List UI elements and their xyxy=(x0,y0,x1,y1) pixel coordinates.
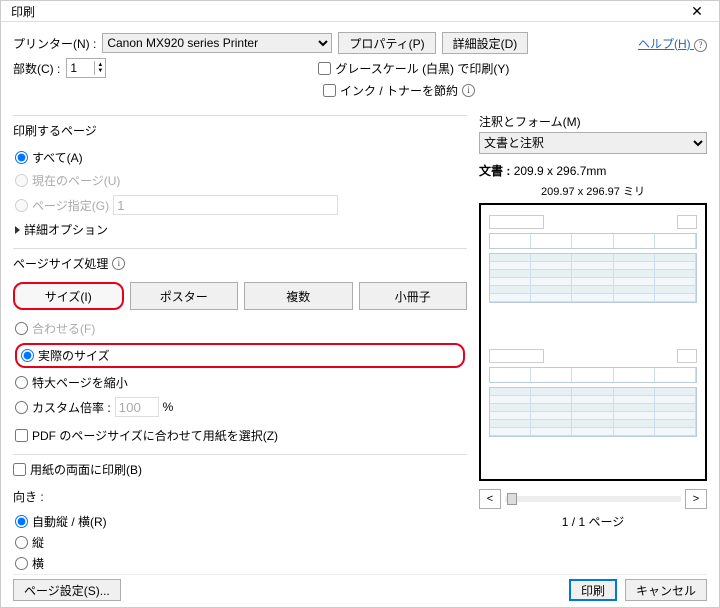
page-counter: 1 / 1 ページ xyxy=(479,513,707,530)
custom-scale-radio[interactable]: カスタム倍率 : % xyxy=(15,397,465,417)
orient-auto-radio[interactable]: 自動縦 / 横(R) xyxy=(15,513,465,530)
fit-radio[interactable]: 合わせる(F) xyxy=(15,320,465,337)
tab-poster[interactable]: ポスター xyxy=(130,282,239,310)
save-toner-checkbox[interactable]: インク / トナーを節約 i xyxy=(323,82,475,99)
close-icon[interactable]: ✕ xyxy=(677,3,717,20)
pages-range-radio: ページ指定(G) xyxy=(15,195,465,215)
both-sides-checkbox[interactable]: 用紙の両面に印刷(B) xyxy=(13,461,467,478)
print-preview xyxy=(479,203,707,481)
more-options-toggle[interactable]: 詳細オプション xyxy=(15,221,465,238)
next-page-button[interactable]: > xyxy=(685,489,707,509)
preview-size-label: 209.97 x 296.97 ミリ xyxy=(479,183,707,199)
grayscale-checkbox[interactable]: グレースケール (白黒) で印刷(Y) xyxy=(318,60,509,77)
page-slider[interactable] xyxy=(505,496,681,502)
info-icon: i xyxy=(112,257,125,270)
sizing-group-label: ページサイズ処理 xyxy=(13,255,108,272)
shrink-radio[interactable]: 特大ページを縮小 xyxy=(15,374,465,391)
window-title: 印刷 xyxy=(11,3,35,20)
tab-multi[interactable]: 複数 xyxy=(244,282,353,310)
orient-landscape-radio[interactable]: 横 xyxy=(15,555,465,572)
pages-all-radio[interactable]: すべて(A) xyxy=(15,149,465,166)
triangle-icon xyxy=(15,226,20,234)
pages-current-radio: 現在のページ(U) xyxy=(15,172,465,189)
orient-portrait-radio[interactable]: 縦 xyxy=(15,534,465,551)
document-label: 文書 : xyxy=(479,164,510,178)
tab-booklet[interactable]: 小冊子 xyxy=(359,282,468,310)
tab-size[interactable]: サイズ(I) xyxy=(13,282,124,310)
pages-range-input xyxy=(113,195,338,215)
custom-scale-input xyxy=(115,397,159,417)
help-link[interactable]: ヘルプ(H) ? xyxy=(638,35,707,52)
copies-spinner[interactable]: 1 ▲▼ xyxy=(66,58,106,78)
info-icon: i xyxy=(462,84,475,97)
properties-button[interactable]: プロパティ(P) xyxy=(338,32,435,54)
orientation-label: 向き : xyxy=(13,488,467,505)
page-setup-button[interactable]: ページ設定(S)... xyxy=(13,579,121,601)
printer-label: プリンター(N) : xyxy=(13,35,96,52)
pages-group-label: 印刷するページ xyxy=(13,115,467,139)
actual-size-radio[interactable]: 実際のサイズ xyxy=(15,343,465,368)
cancel-button[interactable]: キャンセル xyxy=(625,579,707,601)
comments-label: 注釈とフォーム(M) xyxy=(479,113,707,130)
document-size: 209.9 x 296.7mm xyxy=(514,164,607,178)
advanced-button[interactable]: 詳細設定(D) xyxy=(442,32,529,54)
print-button[interactable]: 印刷 xyxy=(569,579,617,601)
help-info-icon: ? xyxy=(694,39,707,52)
choose-paper-checkbox[interactable]: PDF のページサイズに合わせて用紙を選択(Z) xyxy=(15,427,465,444)
copies-label: 部数(C) : xyxy=(13,60,60,77)
printer-select[interactable]: Canon MX920 series Printer xyxy=(102,33,332,53)
comments-select[interactable]: 文書と注釈 xyxy=(479,132,707,154)
titlebar: 印刷 ✕ xyxy=(1,1,719,22)
prev-page-button[interactable]: < xyxy=(479,489,501,509)
